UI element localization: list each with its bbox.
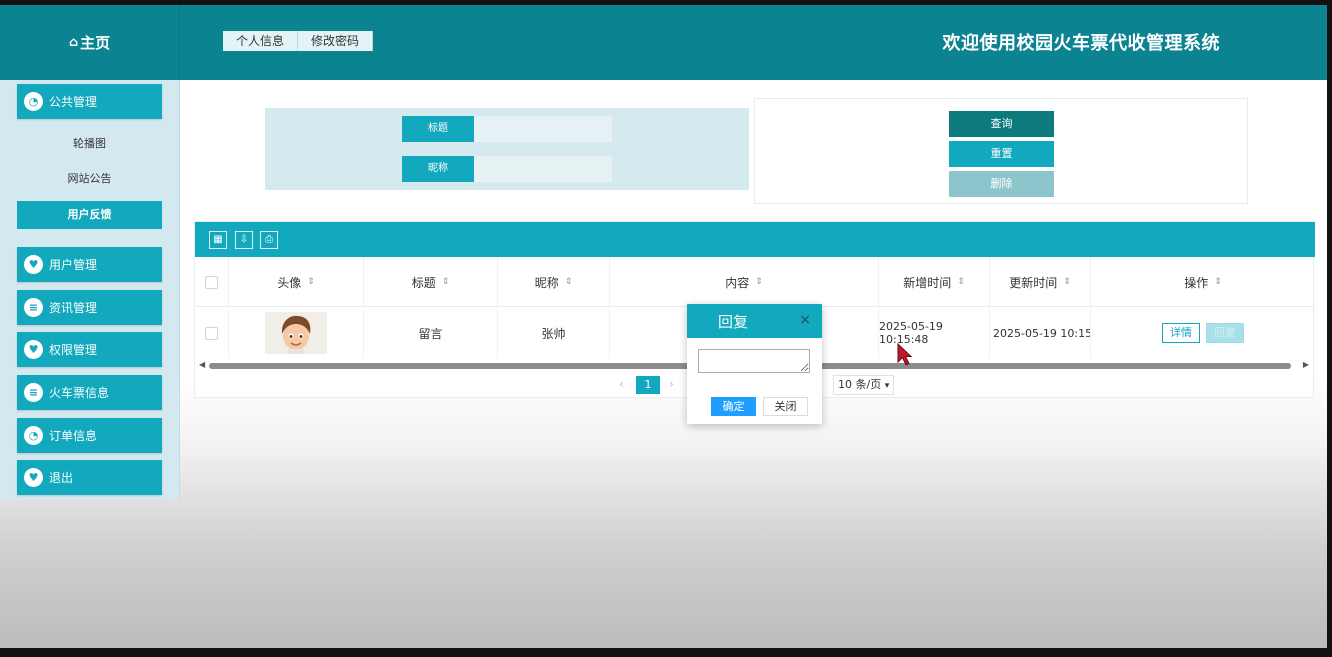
- column-header-updated[interactable]: 更新时间 ⇕: [990, 257, 1091, 307]
- sidebar-item-label: 退出: [49, 471, 74, 485]
- column-header-nickname[interactable]: 昵称 ⇕: [498, 257, 610, 307]
- sidebar-item-permissions[interactable]: ♥ 权限管理: [17, 332, 162, 367]
- column-header-avatar[interactable]: 头像 ⇕: [229, 257, 364, 307]
- actions-cell: 详情 回复: [1091, 308, 1315, 358]
- row-checkbox[interactable]: [205, 326, 218, 340]
- page-number-current[interactable]: 1: [636, 376, 660, 394]
- row-select-cell: [195, 308, 229, 358]
- site-title: 欢迎使用校园火车票代收管理系统: [942, 33, 1220, 54]
- search-panel: 标题 昵称: [265, 108, 749, 190]
- export-icon[interactable]: ⇩: [235, 231, 253, 249]
- select-all-checkbox[interactable]: [205, 275, 218, 289]
- title-input[interactable]: [474, 116, 612, 142]
- close-button[interactable]: 关闭: [763, 397, 808, 416]
- top-tabs: 个人信息 修改密码: [223, 31, 374, 51]
- print-icon[interactable]: ⎙: [260, 231, 278, 249]
- sidebar-item-label: 火车票信息: [49, 386, 110, 400]
- close-icon[interactable]: ×: [799, 312, 811, 328]
- reply-button[interactable]: 回复: [1206, 323, 1244, 343]
- sidebar-item-label: 公共管理: [49, 95, 98, 109]
- sidebar-item-label: 资讯管理: [49, 301, 98, 315]
- sort-icon[interactable]: ⇕: [957, 277, 965, 287]
- home-label: 主页: [80, 34, 111, 52]
- app-screen: ⌂ 主页 个人信息 修改密码 欢迎使用校园火车票代收管理系统 ◔ 公共管理 轮播…: [0, 5, 1327, 648]
- heart-icon: ♥: [24, 255, 43, 274]
- prev-page-icon[interactable]: ‹: [619, 374, 624, 394]
- column-header-actions[interactable]: 操作 ⇕: [1091, 257, 1315, 307]
- home-link[interactable]: ⌂ 主页: [0, 5, 180, 80]
- sidebar-sub-feedback[interactable]: 用户反馈: [17, 201, 162, 229]
- avatar: [265, 312, 327, 354]
- sidebar-item-tickets[interactable]: ≡ 火车票信息: [17, 375, 162, 410]
- sidebar-item-logout[interactable]: ♥ 退出: [17, 460, 162, 495]
- dialog-title: 回复: [718, 313, 749, 331]
- column-header-content[interactable]: 内容 ⇕: [610, 257, 879, 307]
- table-header: 头像 ⇕ 标题 ⇕ 昵称 ⇕ 内容 ⇕ 新增时间 ⇕ 更新时间 ⇕ 操作 ⇕: [195, 257, 1315, 307]
- column-label: 标题: [411, 275, 436, 290]
- avatar-cell: [229, 308, 364, 358]
- title-label: 标题: [402, 116, 474, 142]
- sort-icon[interactable]: ⇕: [755, 277, 763, 287]
- heart-icon: ♥: [24, 468, 43, 487]
- action-button-panel: 查询 重置 删除: [754, 98, 1248, 204]
- sidebar-sub-announcement[interactable]: 网站公告: [17, 165, 162, 193]
- sidebar-item-users[interactable]: ♥ 用户管理: [17, 247, 162, 282]
- column-label: 新增时间: [903, 275, 952, 290]
- sidebar-item-label: 订单信息: [49, 429, 98, 443]
- sort-icon[interactable]: ⇕: [1214, 277, 1222, 287]
- heart-icon: ♥: [24, 340, 43, 359]
- sidebar: ◔ 公共管理 轮播图 网站公告 用户反馈 ♥ 用户管理 ≡ 资讯管理 ♥ 权限管…: [0, 80, 180, 499]
- tab-profile[interactable]: 个人信息: [223, 31, 299, 51]
- column-label: 内容: [725, 275, 750, 290]
- sidebar-item-label: 用户管理: [49, 258, 98, 272]
- sort-icon[interactable]: ⇕: [442, 277, 450, 287]
- home-icon: ⌂: [68, 35, 79, 50]
- tab-change-password[interactable]: 修改密码: [298, 31, 374, 51]
- reset-button[interactable]: 重置: [949, 141, 1054, 167]
- title-cell: 留言: [364, 308, 498, 358]
- page-size-value: 10 条/页: [838, 378, 882, 391]
- delete-button[interactable]: 删除: [949, 171, 1054, 197]
- sort-icon[interactable]: ⇕: [1063, 277, 1071, 287]
- sidebar-item-news[interactable]: ≡ 资讯管理: [17, 290, 162, 325]
- column-label: 更新时间: [1009, 275, 1058, 290]
- nickname-cell: 张帅: [498, 308, 610, 358]
- sort-icon[interactable]: ⇕: [307, 277, 315, 287]
- nickname-input[interactable]: [474, 156, 612, 182]
- column-label: 昵称: [534, 275, 559, 290]
- scroll-left-icon[interactable]: ◀: [199, 360, 205, 369]
- reply-textarea[interactable]: [698, 349, 810, 373]
- column-label: 头像: [277, 275, 302, 290]
- detail-button[interactable]: 详情: [1162, 323, 1200, 343]
- sidebar-item-public[interactable]: ◔ 公共管理: [17, 84, 162, 119]
- chat-icon: ◔: [24, 92, 43, 111]
- next-page-icon[interactable]: ›: [669, 374, 674, 394]
- nickname-label: 昵称: [402, 156, 474, 182]
- header-select-cell: [195, 257, 229, 307]
- columns-icon[interactable]: ▦: [209, 231, 227, 249]
- dialog-header: 回复 ×: [687, 304, 822, 338]
- chat-icon: ◔: [24, 426, 43, 445]
- top-header: ⌂ 主页 个人信息 修改密码 欢迎使用校园火车票代收管理系统: [0, 5, 1327, 80]
- confirm-button[interactable]: 确定: [711, 397, 756, 416]
- updated-cell: 2025-05-19 10:15: [990, 308, 1091, 358]
- column-header-title[interactable]: 标题 ⇕: [364, 257, 498, 307]
- sidebar-item-orders[interactable]: ◔ 订单信息: [17, 418, 162, 453]
- chevron-down-icon: ▾: [884, 381, 890, 391]
- sidebar-sub-carousel[interactable]: 轮播图: [17, 130, 162, 158]
- sort-icon[interactable]: ⇕: [565, 277, 573, 287]
- list-icon: ≡: [24, 383, 43, 402]
- table-toolbar: ▦ ⇩ ⎙: [195, 222, 1315, 257]
- column-header-created[interactable]: 新增时间 ⇕: [879, 257, 990, 307]
- query-button[interactable]: 查询: [949, 111, 1054, 137]
- page-size-select[interactable]: 10 条/页 ▾: [833, 375, 895, 395]
- list-icon: ≡: [24, 298, 43, 317]
- scroll-right-icon[interactable]: ▶: [1303, 360, 1309, 369]
- sidebar-item-label: 权限管理: [49, 343, 98, 357]
- reply-dialog: 回复 × 确定 关闭: [687, 304, 822, 424]
- column-label: 操作: [1184, 275, 1209, 290]
- created-cell: 2025-05-19 10:15:48: [879, 308, 990, 358]
- mouse-cursor-icon: [897, 342, 913, 370]
